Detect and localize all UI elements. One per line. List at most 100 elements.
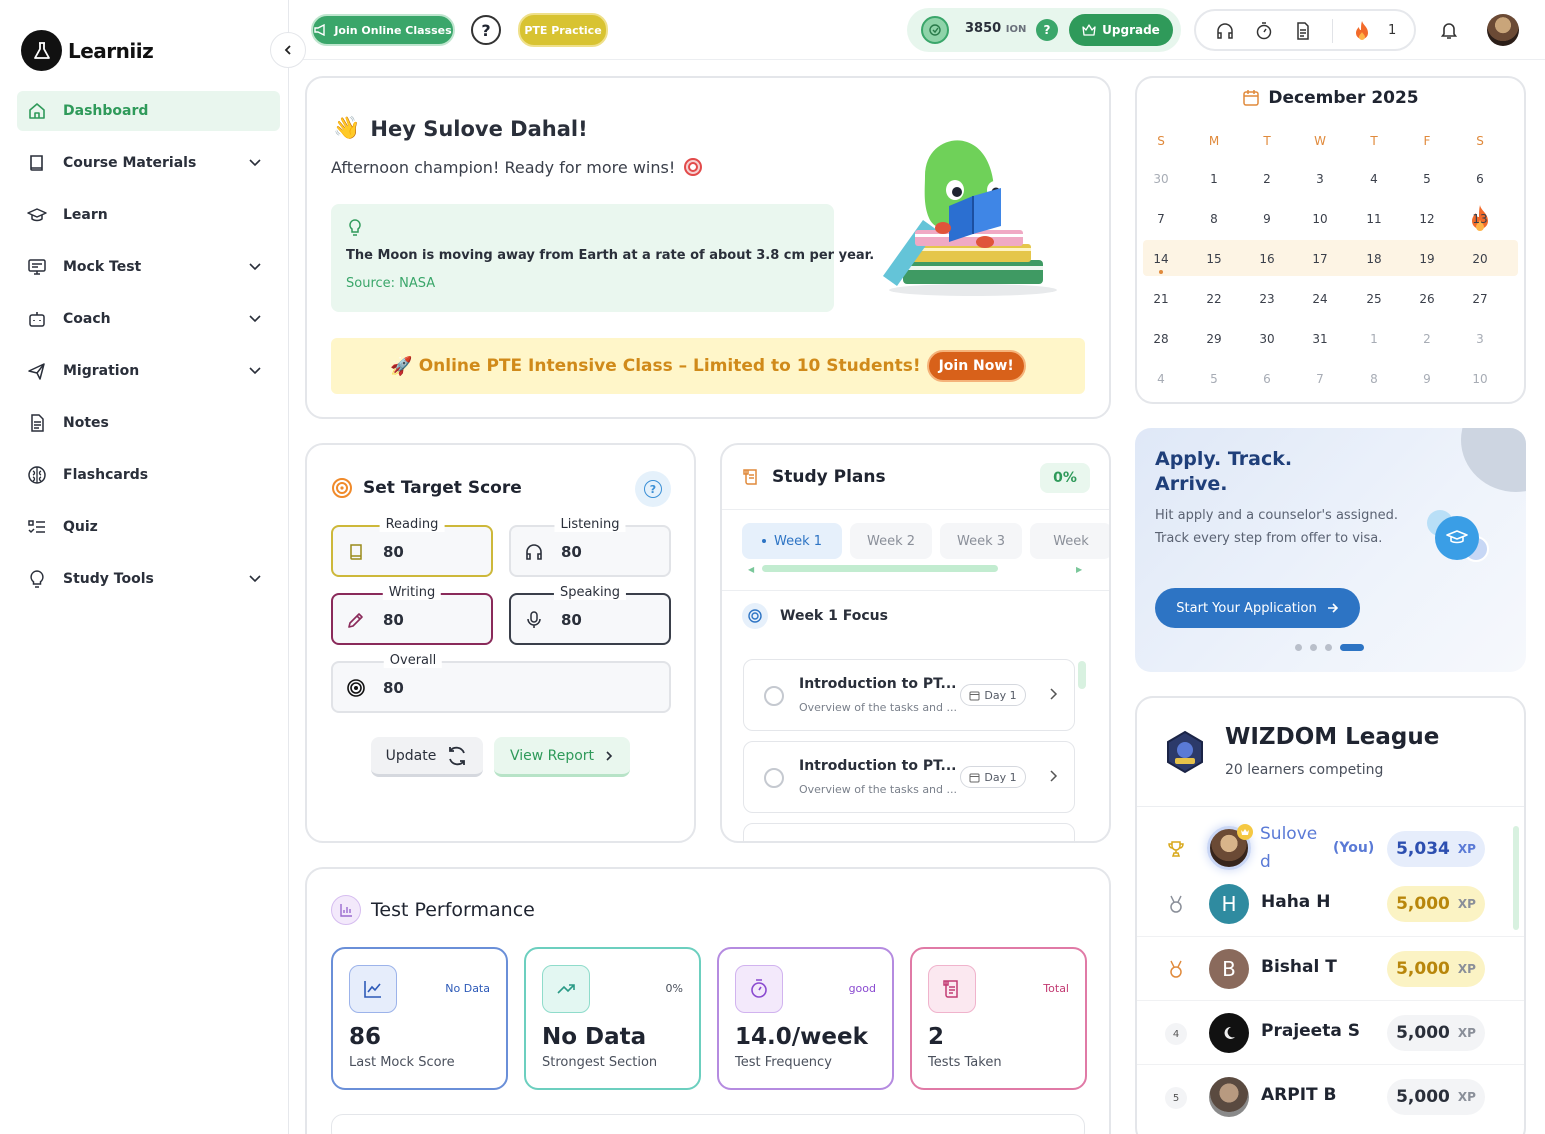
leaderboard-scrollbar[interactable] — [1513, 826, 1519, 930]
task-checkbox[interactable] — [764, 768, 784, 788]
calendar-day[interactable]: 24 — [1300, 292, 1340, 306]
tab-week-3[interactable]: Week 3 — [940, 523, 1022, 559]
calendar-day[interactable]: 8 — [1354, 372, 1394, 386]
start-application-button[interactable]: Start Your Application — [1155, 588, 1360, 628]
calendar-day[interactable]: 30 — [1141, 172, 1181, 186]
carousel-dot[interactable] — [1295, 644, 1302, 651]
calendar-day[interactable]: 22 — [1194, 292, 1234, 306]
chevron-down-icon[interactable] — [248, 259, 262, 273]
calendar-day[interactable]: 8 — [1194, 212, 1234, 226]
sidebar-item-flashcards[interactable]: Flashcards — [17, 455, 280, 495]
task-list-scrollbar[interactable] — [1078, 661, 1086, 689]
calendar-day[interactable]: 5 — [1407, 172, 1447, 186]
calendar-day[interactable]: 23 — [1247, 292, 1287, 306]
calendar-day[interactable]: 3 — [1300, 172, 1340, 186]
help-button[interactable]: ? — [471, 15, 501, 45]
app-logo[interactable]: Learniiz — [21, 30, 154, 71]
sidebar-item-migration[interactable]: Migration — [17, 351, 280, 391]
stat-strongest-section[interactable]: 0% No Data Strongest Section — [524, 947, 701, 1090]
calendar-day-streak[interactable]: 13 — [1460, 212, 1500, 226]
calendar-day[interactable]: 14 — [1141, 252, 1181, 266]
writing-score-field[interactable]: Writing 80 — [331, 585, 493, 645]
study-task-item[interactable]: Introduction to PT... Overview of the ta… — [743, 659, 1075, 731]
calendar-day[interactable]: 16 — [1247, 252, 1287, 266]
study-task-item[interactable]: Introduction to PT... Overview of the ta… — [743, 741, 1075, 813]
chevron-down-icon[interactable] — [248, 311, 262, 325]
view-report-button[interactable]: View Report — [494, 737, 630, 777]
task-checkbox[interactable] — [764, 686, 784, 706]
reading-score-field[interactable]: Reading 80 — [331, 517, 493, 577]
tab-week-1[interactable]: Week 1 — [742, 523, 842, 559]
calendar-day[interactable]: 30 — [1247, 332, 1287, 346]
carousel-dot-active[interactable] — [1340, 644, 1364, 651]
stat-last-mock-score[interactable]: No Data 86 Last Mock Score — [331, 947, 508, 1090]
calendar-day[interactable]: 12 — [1407, 212, 1447, 226]
calendar-day[interactable]: 2 — [1407, 332, 1447, 346]
calendar-day[interactable]: 9 — [1407, 372, 1447, 386]
calendar-day[interactable]: 17 — [1300, 252, 1340, 266]
stat-test-frequency[interactable]: good 14.0/week Test Frequency — [717, 947, 894, 1090]
calendar-day[interactable]: 25 — [1354, 292, 1394, 306]
calendar-day[interactable]: 1 — [1194, 172, 1234, 186]
sidebar-item-quiz[interactable]: Quiz — [17, 507, 280, 547]
calendar-day[interactable]: 26 — [1407, 292, 1447, 306]
flame-icon[interactable] — [1352, 20, 1372, 42]
ion-help-button[interactable]: ? — [1036, 19, 1058, 41]
calendar-day[interactable]: 19 — [1407, 252, 1447, 266]
leaderboard-row[interactable]: B Bishal T 5,000 XP — [1137, 936, 1524, 1000]
calendar-day[interactable]: 2 — [1247, 172, 1287, 186]
calendar-day[interactable]: 31 — [1300, 332, 1340, 346]
sidebar-item-study-tools[interactable]: Study Tools — [17, 559, 280, 599]
bell-icon[interactable] — [1439, 20, 1459, 40]
calendar-day[interactable]: 28 — [1141, 332, 1181, 346]
tab-week-4[interactable]: Week — [1030, 523, 1109, 559]
chevron-down-icon[interactable] — [248, 571, 262, 585]
listening-score-field[interactable]: Listening 80 — [509, 517, 671, 577]
collapse-sidebar-button[interactable] — [270, 32, 306, 68]
leaderboard-row[interactable]: 4 Prajeeta S 5,000 XP — [1137, 1000, 1524, 1064]
calendar-day[interactable]: 7 — [1141, 212, 1181, 226]
calendar-day[interactable]: 15 — [1194, 252, 1234, 266]
leaderboard-row[interactable]: 5 ARPIT B 5,000 XP — [1137, 1064, 1524, 1128]
speaking-score-field[interactable]: Speaking 80 — [509, 585, 671, 645]
carousel-dot[interactable] — [1310, 644, 1317, 651]
calendar-day[interactable]: 29 — [1194, 332, 1234, 346]
carousel-dot[interactable] — [1325, 644, 1332, 651]
calendar-day[interactable]: 21 — [1141, 292, 1181, 306]
sidebar-item-coach[interactable]: Coach — [17, 299, 280, 339]
calendar-day[interactable]: 18 — [1354, 252, 1394, 266]
stat-tests-taken[interactable]: Total 2 Tests Taken — [910, 947, 1087, 1090]
calendar-day[interactable]: 9 — [1247, 212, 1287, 226]
join-online-classes-button[interactable]: Join Online Classes — [311, 14, 455, 46]
sidebar-item-dashboard[interactable]: Dashboard — [17, 91, 280, 131]
calendar-day[interactable]: 3 — [1460, 332, 1500, 346]
sidebar-item-mock-test[interactable]: Mock Test — [17, 247, 280, 287]
calendar-day[interactable]: 27 — [1460, 292, 1500, 306]
calendar-day[interactable]: 4 — [1141, 372, 1181, 386]
overall-score-field[interactable]: Overall 80 — [331, 653, 671, 713]
chevron-down-icon[interactable] — [248, 363, 262, 377]
chevron-right-icon[interactable] — [1048, 769, 1058, 783]
join-now-button[interactable]: Join Now! — [926, 350, 1026, 382]
sidebar-item-learn[interactable]: Learn — [17, 195, 280, 235]
calendar-day[interactable]: 7 — [1300, 372, 1340, 386]
calendar-day[interactable]: 4 — [1354, 172, 1394, 186]
calendar-day[interactable]: 6 — [1247, 372, 1287, 386]
target-help-button[interactable]: ? — [635, 471, 671, 507]
sidebar-item-notes[interactable]: Notes — [17, 403, 280, 443]
headphones-icon[interactable] — [1216, 22, 1234, 40]
stopwatch-icon[interactable] — [1255, 22, 1273, 40]
pte-practice-button[interactable]: PTE Practice — [518, 13, 608, 47]
chevron-right-icon[interactable] — [1048, 687, 1058, 701]
tabs-scrollbar[interactable]: ◀ ▶ — [748, 565, 1084, 574]
update-button[interactable]: Update — [371, 737, 483, 777]
calendar-day[interactable]: 10 — [1460, 372, 1500, 386]
calendar-day[interactable]: 6 — [1460, 172, 1500, 186]
leaderboard-row[interactable]: H Haha H 5,000 XP — [1137, 872, 1524, 936]
calendar-day[interactable]: 10 — [1300, 212, 1340, 226]
calendar-day[interactable]: 1 — [1354, 332, 1394, 346]
sidebar-item-course-materials[interactable]: Course Materials — [17, 143, 280, 183]
upgrade-button[interactable]: Upgrade — [1069, 14, 1173, 46]
calendar-day[interactable]: 20 — [1460, 252, 1500, 266]
promo-banner[interactable]: 🚀 Online PTE Intensive Class – Limited t… — [331, 338, 1085, 394]
